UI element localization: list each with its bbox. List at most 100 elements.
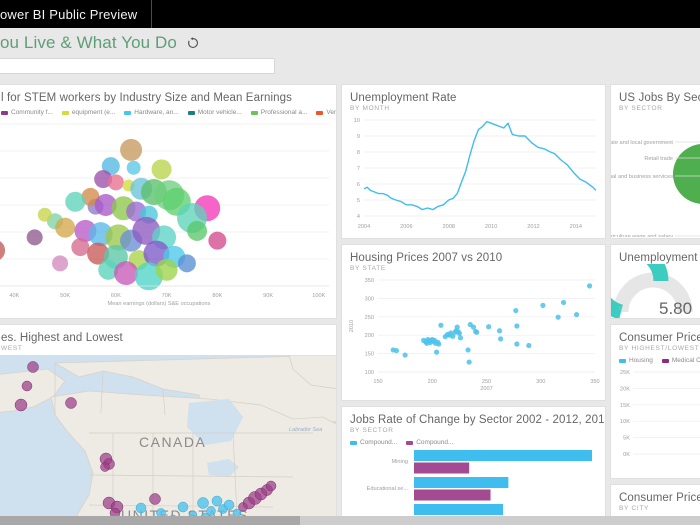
legend-label: Ventilation, h... <box>326 109 336 116</box>
bubble-point <box>52 255 69 272</box>
legend-item[interactable]: Motor vehicle... <box>187 109 242 116</box>
tile-title-consumer-prices: Consumer Prices in Hig <box>619 332 700 344</box>
refresh-icon[interactable] <box>187 37 199 49</box>
map-graphic[interactable]: CANADA UNITED STATES Labrador Sea <box>0 355 336 525</box>
tile-jobs-rate-bar[interactable]: Jobs Rate of Change by Sector 2002 - 201… <box>341 406 606 525</box>
legend-stem-bubble: Community f... equipment (e... Hardware,… <box>0 104 336 118</box>
jobs-rate-bar-plot[interactable]: Mining Educational se... <box>342 448 606 524</box>
horizontal-scrollbar-thumb[interactable] <box>0 516 300 525</box>
legend-item[interactable]: Hardware, an... <box>124 109 179 116</box>
tile-subtitle-housing-scatter: BY STATE <box>350 265 386 272</box>
tile-stem-bubble-chart[interactable]: l for STEM workers by Industry Size and … <box>0 84 337 319</box>
pie-slice <box>673 144 700 204</box>
tile-title-housing-scatter: Housing Prices 2007 vs 2010 <box>350 252 503 264</box>
map-bubble-low <box>223 499 235 511</box>
tile-housing-scatter[interactable]: Housing Prices 2007 vs 2010 BY STATE 100… <box>341 244 606 401</box>
legend-swatch-icon <box>661 358 669 363</box>
bubble-point <box>151 159 172 180</box>
legend-label: Housing <box>629 357 653 364</box>
line-series-path <box>363 120 597 211</box>
svg-text:25K: 25K <box>620 370 630 376</box>
tile-prices-map[interactable]: es. Highest and Lowest WEST CANADA UNITE… <box>0 324 337 525</box>
svg-text:2007: 2007 <box>480 386 492 392</box>
tile-subtitle-cpi: BY CITY <box>619 505 650 512</box>
svg-text:ate and local government: ate and local government <box>611 140 673 146</box>
svg-text:2008: 2008 <box>443 224 455 230</box>
legend-item[interactable]: Compound... <box>350 439 397 446</box>
tile-unemployment-line[interactable]: Unemployment Rate BY MONTH 4 5 6 7 8 9 10 2004 2… <box>341 84 606 239</box>
bubble-point <box>120 138 143 161</box>
legend-item[interactable]: Compound... <box>406 439 453 446</box>
scatter-point <box>526 342 532 349</box>
bubble-point <box>37 207 52 222</box>
us-jobs-pie-plot[interactable]: ate and local government Retail trade nal … <box>611 112 700 237</box>
legend-label: Community f... <box>11 109 53 116</box>
scatter-point <box>513 307 519 314</box>
svg-text:200: 200 <box>428 379 437 385</box>
legend-swatch-icon <box>124 110 132 115</box>
svg-text:2004: 2004 <box>358 224 370 230</box>
legend-label: Medical Care <box>671 357 700 364</box>
scatter-point <box>465 347 471 353</box>
scatter-point <box>573 311 580 318</box>
svg-text:2006: 2006 <box>400 224 412 230</box>
bubble-point <box>126 160 141 175</box>
consumer-prices-plot[interactable]: 0K 5K 10K 15K 20K 25K <box>611 366 700 474</box>
horizontal-scrollbar[interactable] <box>0 516 700 525</box>
legend-item[interactable]: Housing <box>619 357 653 364</box>
legend-swatch-icon <box>619 358 626 363</box>
browser-tab-power-bi[interactable]: ower BI Public Preview <box>0 0 153 28</box>
legend-item[interactable]: Community f... <box>1 109 53 116</box>
map-bubble-high <box>27 361 39 373</box>
legend-swatch-icon <box>250 110 258 115</box>
legend-label: Compound... <box>416 439 454 446</box>
tile-consumer-prices[interactable]: Consumer Prices in Hig BY HIGHEST/LOWEST… <box>610 324 700 479</box>
bar-segment <box>414 462 470 474</box>
svg-text:300: 300 <box>536 379 545 385</box>
legend-item[interactable]: Professional a... <box>250 109 307 116</box>
svg-text:80K: 80K <box>212 293 222 299</box>
unemployment-line-plot[interactable]: 4 5 6 7 8 9 10 2004 2006 2008 2010 2012 2014 <box>342 112 606 237</box>
gauge-graphic[interactable]: 0 5.80 <box>611 264 700 319</box>
svg-text:7: 7 <box>357 166 360 172</box>
tile-unemployment-gauge[interactable]: Unemployment Rate 0 5.80 <box>610 244 700 319</box>
legend-item[interactable]: equipment (e... <box>61 109 116 116</box>
map-bubble-high <box>100 462 110 472</box>
tile-us-jobs-pie[interactable]: US Jobs By Sector (thou BY SECTOR ate an… <box>610 84 700 239</box>
svg-text:2012: 2012 <box>527 224 539 230</box>
browser-tab-bar: ower BI Public Preview <box>0 0 700 28</box>
bubble-point <box>155 258 178 281</box>
svg-text:2010: 2010 <box>485 224 497 230</box>
legend-swatch-icon <box>1 110 8 115</box>
scatter-point <box>540 302 546 308</box>
legend-item[interactable]: Ventilation, h... <box>316 109 336 116</box>
legend-swatch-icon <box>350 440 357 445</box>
stem-bubble-plot[interactable]: 40K 50K 60K 70K 80K 90K 100K Mean earnings (dol… <box>0 118 337 313</box>
legend-label: Compound... <box>360 439 398 446</box>
map-bubble-low <box>211 495 223 507</box>
map-surface[interactable]: CANADA UNITED STATES Labrador Sea <box>0 355 336 525</box>
map-bubble-high <box>21 380 33 392</box>
scatter-point <box>402 352 408 358</box>
scatter-point <box>586 283 593 289</box>
bubble-point <box>26 229 43 246</box>
svg-text:5K: 5K <box>623 436 630 442</box>
legend-item[interactable]: Medical Care <box>661 357 700 364</box>
map-label-labrador-sea: Labrador Sea <box>289 427 322 433</box>
legend-label: equipment (e... <box>71 109 116 116</box>
svg-text:4: 4 <box>357 214 360 220</box>
tile-subtitle-unemployment-line: BY MONTH <box>350 105 390 112</box>
svg-text:60K: 60K <box>111 293 121 299</box>
browser-tab-empty-area <box>152 0 700 28</box>
housing-scatter-plot[interactable]: 100 150 200 250 300 350 150 200 250 300 350 2007 201… <box>342 272 606 399</box>
bubble-point <box>55 217 76 238</box>
svg-text:6: 6 <box>357 182 360 188</box>
scatter-point <box>436 341 442 347</box>
scatter-point <box>438 322 444 328</box>
filter-bar <box>0 58 700 84</box>
svg-text:90K: 90K <box>263 293 273 299</box>
search-input[interactable] <box>0 58 275 74</box>
bar-segment <box>414 450 592 461</box>
gauge-value: 5.80 <box>659 299 692 318</box>
svg-text:250: 250 <box>365 315 374 321</box>
